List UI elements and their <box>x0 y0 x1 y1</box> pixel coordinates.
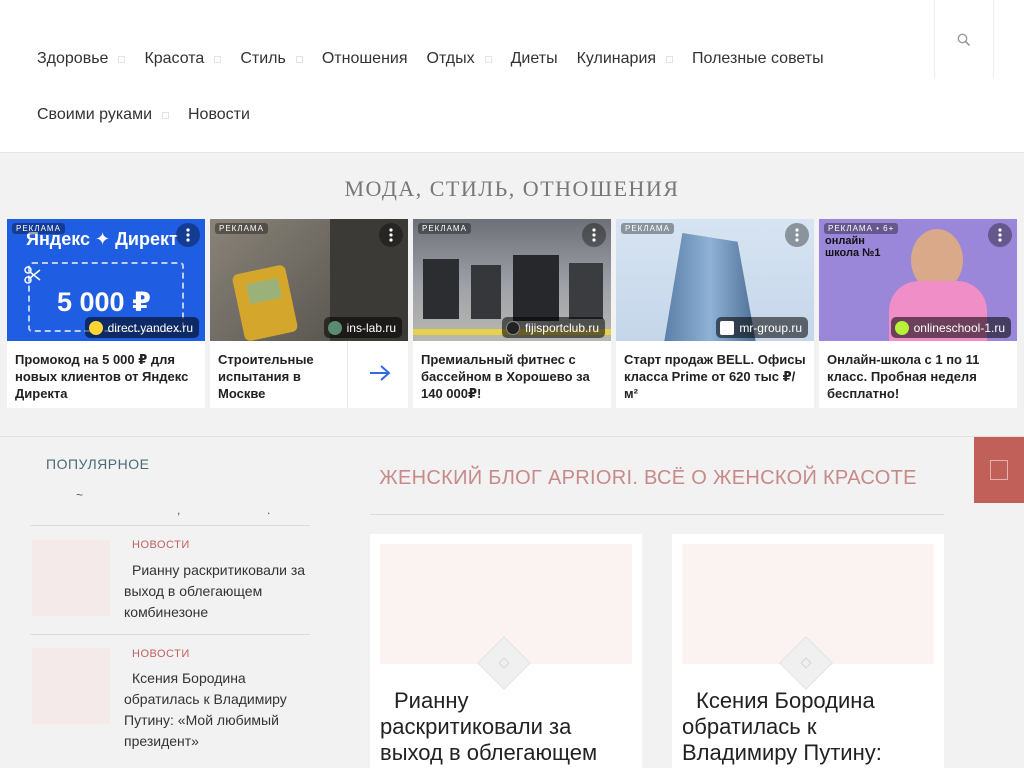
more-options-icon[interactable] <box>582 223 606 247</box>
stray-glyph: , <box>177 503 181 517</box>
ad-description: Промокод на 5 000 ₽ для новых клиентов о… <box>15 352 189 401</box>
ad-description: Премиальный фитнес с бассейном в Хорошев… <box>421 352 590 401</box>
list-item[interactable]: НОВОСТИ Ксения Бородина обратилась к Вла… <box>30 634 310 768</box>
ad-card-mr-group[interactable]: РЕКЛАМА mr-group.ru Старт продаж BELL. О… <box>616 219 814 408</box>
ad-card-yandex[interactable]: Яндекс ✦ Директ 5 000 ₽ РЕКЛАМА direct.y… <box>7 219 205 408</box>
ad-overlay-text: онлайн школа №1 <box>825 235 881 259</box>
main-nav-row-1: Здоровье Красота Стиль Отношения Отдых Д… <box>37 48 843 70</box>
thumbnail <box>32 540 110 616</box>
ad-strip: Яндекс ✦ Директ 5 000 ₽ РЕКЛАМА direct.y… <box>0 219 1024 408</box>
chevron-down-icon <box>295 55 303 63</box>
nav-item-cooking[interactable]: Кулинария <box>577 48 674 70</box>
site-header: Здоровье Красота Стиль Отношения Отдых Д… <box>0 0 1024 153</box>
stray-glyph: . <box>267 503 271 517</box>
floating-action-button[interactable] <box>974 437 1024 503</box>
category-link[interactable]: НОВОСТИ <box>132 539 190 551</box>
more-options-icon[interactable] <box>988 223 1012 247</box>
chevron-down-icon <box>118 55 126 63</box>
scissors-icon <box>24 266 41 284</box>
ad-domain-badge: onlineschool-1.ru <box>890 317 1011 338</box>
main-nav-row-2: Своими руками Новости <box>37 104 269 126</box>
ad-card-fiji-sport[interactable]: РЕКЛАМА fijisportclub.ru Премиальный фит… <box>413 219 611 408</box>
nav-item-beauty[interactable]: Красота <box>144 48 222 70</box>
popular-sidebar: ПОПУЛЯРНОЕ ~ , . НОВОСТИ Рианну раскрити… <box>30 437 310 768</box>
ad-card-ins-lab[interactable]: РЕКЛАМА ins-lab.ru Строительные испытани… <box>210 219 408 408</box>
fiji-logo-icon <box>505 320 520 335</box>
nav-item-news[interactable]: Новости <box>188 104 250 126</box>
card-title[interactable]: Рианну раскритиковали за выход в облегаю… <box>380 688 632 766</box>
ad-amount: 5 000 ₽ <box>57 287 151 317</box>
square-icon <box>990 460 1008 480</box>
more-options-icon[interactable] <box>785 223 809 247</box>
onlineschool-logo-icon <box>894 320 909 335</box>
chevron-down-icon <box>162 111 169 119</box>
section-title: МОДА, СТИЛЬ, ОТНОШЕНИЯ <box>344 176 680 201</box>
ad-label: РЕКЛАМА <box>621 223 674 234</box>
category-link[interactable]: НОВОСТИ <box>132 648 190 660</box>
ad-domain-badge: fijisportclub.ru <box>501 317 605 338</box>
nav-item-diets[interactable]: Диеты <box>511 48 558 70</box>
article-link[interactable]: Рианну раскритиковали за выход в облегаю… <box>124 560 310 623</box>
arrow-right-icon[interactable] <box>369 364 391 382</box>
blog-title: ЖЕНСКИЙ БЛОГ APRIORI. ВСЁ О ЖЕНСКОЙ КРАС… <box>379 467 917 489</box>
ad-domain-badge: direct.yandex.ru <box>84 317 199 338</box>
ad-description: Старт продаж BELL. Офисы класса Prime от… <box>624 352 806 401</box>
sidebar-title: ПОПУЛЯРНОЕ <box>46 456 150 472</box>
nav-item-style[interactable]: Стиль <box>240 48 303 70</box>
ad-description: Строительные испытания в Москве <box>218 352 314 401</box>
ins-lab-logo-icon <box>327 320 342 335</box>
nav-item-tips[interactable]: Полезные советы <box>692 48 824 70</box>
ad-domain-badge: mr-group.ru <box>716 317 808 338</box>
ad-label: РЕКЛАМА • 6+ <box>824 223 899 234</box>
ad-label: РЕКЛАМА <box>215 223 268 234</box>
divider <box>370 514 944 515</box>
card-title[interactable]: Ксения Бородина обратилась к Владимиру П… <box>682 688 934 766</box>
more-options-icon[interactable] <box>176 223 200 247</box>
nav-item-relationships[interactable]: Отношения <box>322 48 408 70</box>
search-button[interactable] <box>934 0 994 79</box>
search-icon <box>957 33 971 46</box>
ad-label: РЕКЛАМА <box>418 223 471 234</box>
nav-item-diy[interactable]: Своими руками <box>37 104 169 126</box>
ad-card-onlineschool[interactable]: онлайн школа №1 РЕКЛАМА • 6+ onlineschoo… <box>819 219 1017 408</box>
article-card[interactable]: Рианну раскритиковали за выход в облегаю… <box>370 534 642 768</box>
mr-group-logo-icon <box>720 320 735 335</box>
more-options-icon[interactable] <box>379 223 403 247</box>
thumbnail <box>32 648 110 724</box>
ad-label: РЕКЛАМА <box>12 223 65 234</box>
chevron-down-icon <box>484 55 492 63</box>
ad-domain-badge: ins-lab.ru <box>323 317 402 338</box>
chevron-down-icon <box>214 55 222 63</box>
article-card[interactable]: Ксения Бородина обратилась к Владимиру П… <box>672 534 944 768</box>
ad-description: Онлайн-школа с 1 по 11 класс. Пробная не… <box>827 352 980 401</box>
nav-item-health[interactable]: Здоровье <box>37 48 126 70</box>
yandex-logo-icon <box>88 320 103 335</box>
nav-item-leisure[interactable]: Отдых <box>427 48 492 70</box>
list-item[interactable]: НОВОСТИ Рианну раскритиковали за выход в… <box>30 525 310 635</box>
stray-glyph: ~ <box>76 488 84 502</box>
chevron-down-icon <box>666 55 674 63</box>
article-link[interactable]: Ксения Бородина обратилась к Владимиру П… <box>124 668 310 752</box>
